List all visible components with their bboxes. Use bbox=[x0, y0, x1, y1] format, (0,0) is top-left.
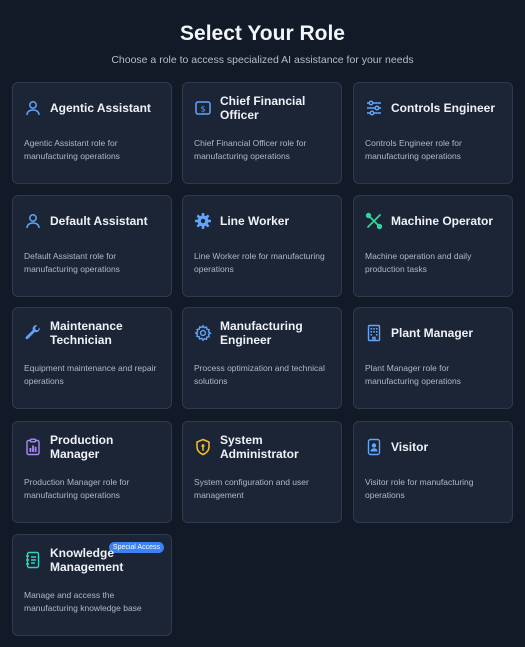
role-description: Process optimization and technical solut… bbox=[194, 363, 325, 386]
role-card-agentic-assistant[interactable]: Agentic Assistant Agentic Assistant role… bbox=[12, 82, 172, 184]
wrench-icon bbox=[24, 324, 42, 342]
role-name: System Administrator bbox=[220, 433, 299, 461]
role-description: Equipment maintenance and repair operati… bbox=[24, 363, 157, 386]
user-icon bbox=[24, 212, 42, 230]
role-name: Maintenance Technician bbox=[50, 319, 123, 347]
role-name: Visitor bbox=[391, 440, 429, 454]
role-description: Default Assistant role for manufacturing… bbox=[24, 251, 120, 274]
role-description: System configuration and user management bbox=[194, 477, 309, 500]
role-description: Chief Financial Officer role for manufac… bbox=[194, 138, 307, 161]
role-card-default-assistant[interactable]: Default Assistant Default Assistant role… bbox=[12, 195, 172, 297]
role-card-knowledge-management[interactable]: Special Access Knowledge Management Mana… bbox=[12, 534, 172, 636]
clipboard-chart-icon bbox=[24, 438, 42, 456]
role-description: Agentic Assistant role for manufacturing… bbox=[24, 138, 120, 161]
role-description: Plant Manager role for manufacturing ope… bbox=[365, 363, 461, 386]
role-name: Machine Operator bbox=[391, 214, 494, 228]
role-name: Chief Financial Officer bbox=[220, 94, 306, 122]
role-card-machine-operator[interactable]: Machine Operator Machine operation and d… bbox=[353, 195, 513, 297]
svg-text:$: $ bbox=[200, 105, 205, 114]
role-card-maintenance-technician[interactable]: Maintenance Technician Equipment mainten… bbox=[12, 307, 172, 409]
gear-icon bbox=[194, 212, 212, 230]
role-name: Agentic Assistant bbox=[50, 101, 151, 115]
role-name: Controls Engineer bbox=[391, 101, 496, 115]
role-name: Manufacturing Engineer bbox=[220, 319, 303, 347]
role-name: Line Worker bbox=[220, 214, 290, 228]
cog-outline-icon bbox=[194, 324, 212, 342]
role-description: Production Manager role for manufacturin… bbox=[24, 477, 130, 500]
page-subtitle: Choose a role to access specialized AI a… bbox=[111, 54, 414, 66]
notebook-icon bbox=[24, 551, 42, 569]
sliders-icon bbox=[365, 99, 383, 117]
role-card-visitor[interactable]: Visitor Visitor role for manufacturing o… bbox=[353, 421, 513, 523]
role-description: Visitor role for manufacturing operation… bbox=[365, 477, 474, 500]
badge-icon bbox=[365, 438, 383, 456]
role-description: Line Worker role for manufacturing opera… bbox=[194, 251, 325, 274]
role-name: Production Manager bbox=[50, 433, 114, 461]
role-name: Default Assistant bbox=[50, 214, 148, 228]
building-icon bbox=[365, 324, 383, 342]
role-card-plant-manager[interactable]: Plant Manager Plant Manager role for man… bbox=[353, 307, 513, 409]
role-card-system-administrator[interactable]: System Administrator System configuratio… bbox=[182, 421, 342, 523]
user-icon bbox=[24, 99, 42, 117]
tools-icon bbox=[365, 212, 383, 230]
role-description: Controls Engineer role for manufacturing… bbox=[365, 138, 462, 161]
role-name: Knowledge Management bbox=[50, 546, 124, 574]
role-name: Plant Manager bbox=[391, 326, 474, 340]
finance-icon: $ bbox=[194, 99, 212, 117]
role-description: Machine operation and daily production t… bbox=[365, 251, 472, 274]
page-title: Select Your Role bbox=[180, 22, 345, 45]
role-card-manufacturing-engineer[interactable]: Manufacturing Engineer Process optimizat… bbox=[182, 307, 342, 409]
role-description: Manage and access the manufacturing know… bbox=[24, 590, 142, 613]
role-card-production-manager[interactable]: Production Manager Production Manager ro… bbox=[12, 421, 172, 523]
shield-icon bbox=[194, 438, 212, 456]
role-card-controls-engineer[interactable]: Controls Engineer Controls Engineer role… bbox=[353, 82, 513, 184]
role-card-chief-financial-officer[interactable]: $ Chief Financial Officer Chief Financia… bbox=[182, 82, 342, 184]
role-card-line-worker[interactable]: Line Worker Line Worker role for manufac… bbox=[182, 195, 342, 297]
